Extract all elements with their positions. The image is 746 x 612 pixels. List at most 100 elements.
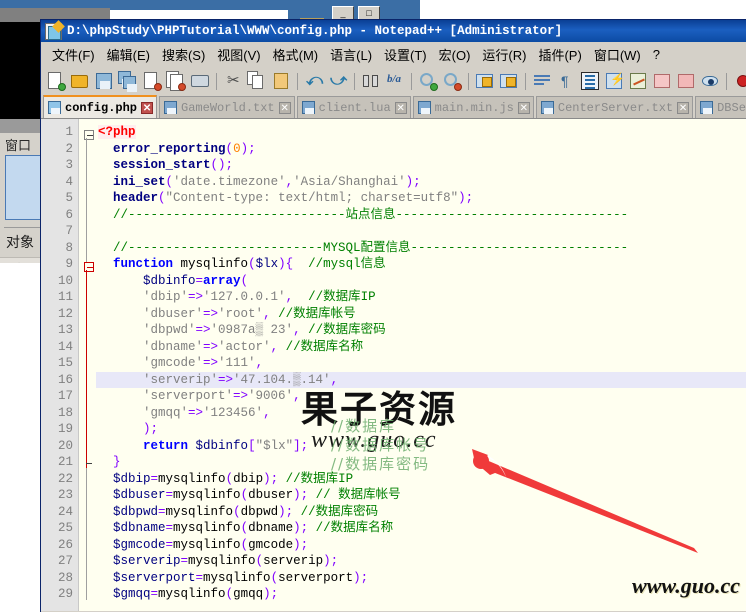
code-token: dbuser: [248, 488, 294, 502]
undo-icon[interactable]: ⤺: [303, 70, 325, 92]
sync-vertical-icon[interactable]: [474, 70, 496, 92]
document-map-icon[interactable]: [627, 70, 649, 92]
cut-icon[interactable]: ✂: [222, 70, 244, 92]
code-line[interactable]: //-----------------------------站点信息-----…: [96, 207, 746, 224]
print-icon[interactable]: [189, 70, 211, 92]
function-list-icon[interactable]: [651, 70, 673, 92]
code-token: 'dbname': [143, 339, 204, 354]
code-line[interactable]: //--------------------------MYSQL配置信息---…: [96, 240, 746, 257]
tab-centerserver-txt[interactable]: CenterServer.txt ✕: [535, 96, 694, 118]
show-all-chars-icon[interactable]: ¶: [555, 70, 577, 92]
code-line[interactable]: $dbpwd=mysqlinfo(dbpwd); //数据库密码: [96, 504, 746, 521]
window-title: D:\phpStudy\PHPTutorial\WWW\config.php -…: [67, 24, 563, 38]
line-number: 24: [57, 504, 73, 519]
user-defined-language-icon[interactable]: [603, 70, 625, 92]
code-line[interactable]: <?php: [96, 124, 746, 141]
menu-plugins[interactable]: 插件(P): [532, 43, 587, 66]
zoom-in-icon[interactable]: [417, 70, 439, 92]
close-tab-icon[interactable]: ✕: [141, 101, 154, 114]
menu-edit[interactable]: 编辑(E): [101, 43, 156, 66]
code-line[interactable]: return $dbinfo["$lx"];: [96, 438, 746, 455]
code-line[interactable]: $dbname=mysqlinfo(dbname); //数据库名称: [96, 520, 746, 537]
copy-icon[interactable]: [246, 70, 268, 92]
close-tab-icon[interactable]: ✕: [517, 101, 530, 114]
open-file-icon[interactable]: [69, 70, 91, 92]
code-line[interactable]: 'gmqq'=>'123456',: [96, 405, 746, 422]
close-tab-icon[interactable]: ✕: [394, 101, 407, 114]
code-token: =: [165, 537, 174, 552]
code-editor[interactable]: 1 2 3 4 5 6 7 8 9 10 11 12 13 14 15 16 17 18 19 20 21 22 23 24 2…: [41, 119, 746, 611]
close-file-icon[interactable]: [141, 70, 163, 92]
tab-gameworld-txt[interactable]: GameWorld.txt ✕: [159, 96, 295, 118]
close-tab-icon[interactable]: ✕: [278, 101, 291, 114]
code-line[interactable]: 'dbip'=>'127.0.0.1', //数据库IP: [96, 289, 746, 306]
folder-as-workspace-icon[interactable]: [675, 70, 697, 92]
code-folding-column[interactable]: [79, 119, 96, 611]
redo-icon[interactable]: ⤻: [327, 70, 349, 92]
find-icon[interactable]: [360, 70, 382, 92]
tab-client-lua[interactable]: client.lua ✕: [296, 96, 411, 118]
code-line[interactable]: 'serverport'=>'9006',: [96, 388, 746, 405]
line-number: 27: [57, 554, 73, 568]
menu-language[interactable]: 语言(L): [324, 43, 378, 66]
menu-macro[interactable]: 宏(O): [433, 43, 477, 66]
tab-dbserver-txt[interactable]: DBServer.txt ✕: [695, 96, 746, 118]
replace-icon[interactable]: b/a: [384, 70, 406, 92]
code-token: <?php: [98, 125, 136, 139]
code-token: =: [180, 554, 189, 568]
file-icon: [540, 101, 554, 114]
code-token: array: [203, 273, 241, 288]
code-line[interactable]: 'gmcode'=>'111',: [96, 355, 746, 372]
record-macro-icon[interactable]: [732, 70, 746, 92]
line-number: 14: [57, 339, 73, 354]
zoom-out-icon[interactable]: [441, 70, 463, 92]
new-file-icon[interactable]: [45, 70, 67, 92]
code-line[interactable]: $dbinfo=array(: [96, 273, 746, 290]
menu-search[interactable]: 搜索(S): [156, 43, 211, 66]
code-line[interactable]: 'serverip'=>'47.104.▒.14',: [96, 371, 746, 388]
code-line[interactable]: 'dbpwd'=>'0987a▒ 23', //数据库密码: [96, 322, 746, 339]
close-tab-icon[interactable]: ✕: [677, 101, 690, 114]
menu-run[interactable]: 运行(R): [476, 43, 532, 66]
file-icon: [700, 101, 714, 114]
save-all-icon[interactable]: [117, 70, 139, 92]
code-line[interactable]: 'dbuser'=>'root', //数据库帐号: [96, 306, 746, 323]
close-all-icon[interactable]: [165, 70, 187, 92]
sync-horizontal-icon[interactable]: [498, 70, 520, 92]
menu-help[interactable]: ?: [647, 45, 666, 64]
code-line[interactable]: 'dbname'=>'actor', //数据库名称: [96, 339, 746, 356]
window-titlebar[interactable]: D:\phpStudy\PHPTutorial\WWW\config.php -…: [41, 20, 746, 42]
menu-window[interactable]: 窗口(W): [588, 43, 647, 66]
code-line[interactable]: );: [96, 421, 746, 438]
code-line[interactable]: ini_set('date.timezone','Asia/Shanghai')…: [96, 174, 746, 191]
code-line[interactable]: $dbip=mysqlinfo(dbip); //数据库IP: [96, 471, 746, 488]
code-line[interactable]: }: [96, 454, 746, 471]
code-line[interactable]: $gmcode=mysqlinfo(gmcode);: [96, 537, 746, 554]
code-token: =: [195, 273, 204, 288]
menu-file[interactable]: 文件(F): [46, 43, 101, 66]
tab-config-php[interactable]: config.php ✕: [43, 95, 158, 118]
code-token: }: [113, 455, 121, 469]
code-line[interactable]: session_start();: [96, 157, 746, 174]
code-line[interactable]: error_reporting(0);: [96, 141, 746, 158]
menu-settings[interactable]: 设置(T): [378, 43, 433, 66]
code-token: 'dbpwd': [143, 323, 196, 337]
code-line[interactable]: header("Content-type: text/html; charset…: [96, 190, 746, 207]
code-line[interactable]: [96, 223, 746, 240]
code-token: "$lx": [255, 438, 294, 453]
code-content[interactable]: <?php error_reporting(0); session_start(…: [96, 119, 746, 611]
tab-main-min-js[interactable]: main.min.js ✕: [412, 96, 534, 118]
indent-guide-icon[interactable]: [579, 70, 601, 92]
menu-format[interactable]: 格式(M): [267, 43, 325, 66]
word-wrap-icon[interactable]: [531, 70, 553, 92]
code-line[interactable]: $serverip=mysqlinfo(serverip);: [96, 553, 746, 570]
code-line[interactable]: $dbuser=mysqlinfo(dbuser); // 数据库帐号: [96, 487, 746, 504]
monitoring-icon[interactable]: [699, 70, 721, 92]
code-line[interactable]: function mysqlinfo($lx){ //mysql信息: [96, 256, 746, 273]
menu-view[interactable]: 视图(V): [211, 43, 266, 66]
save-icon[interactable]: [93, 70, 115, 92]
paste-icon[interactable]: [270, 70, 292, 92]
